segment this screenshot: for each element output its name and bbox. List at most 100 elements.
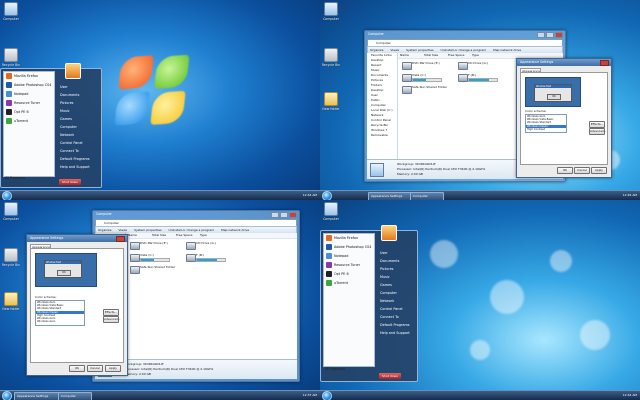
dialog-close-button[interactable] bbox=[116, 236, 125, 242]
minimize-button[interactable] bbox=[537, 32, 545, 38]
start-item-opt-pe[interactable]: Opt PE 6 bbox=[324, 270, 374, 279]
drive-f[interactable]: F (B:) bbox=[186, 253, 230, 262]
desktop-quadrant-start-menu-bokeh: Computer Recycle Bin Mozilla Firefox Ado… bbox=[320, 200, 640, 400]
taskbar-computer-button[interactable]: Computer bbox=[410, 192, 444, 200]
clock[interactable]: 12:45 AM bbox=[623, 193, 637, 197]
recycle-bin-desktop-icon[interactable]: Recycle Bin bbox=[320, 48, 342, 67]
start-link-user[interactable]: User bbox=[57, 83, 99, 91]
start-item-firefox[interactable]: Mozilla Firefox bbox=[324, 234, 374, 243]
start-link-computer[interactable]: Computer bbox=[57, 123, 99, 131]
effects-button[interactable]: Effects... bbox=[589, 121, 605, 128]
folder-desktop-icon[interactable]: New folder bbox=[320, 92, 342, 111]
maximize-button[interactable] bbox=[546, 32, 554, 38]
toolbar-system-properties[interactable]: System properties bbox=[132, 228, 161, 232]
clock[interactable]: 12:44 AM bbox=[303, 193, 317, 197]
color-scheme-list[interactable]: Windows Aero Windows Vista Basic Windows… bbox=[525, 114, 567, 133]
start-item-photoshop[interactable]: Adobe Photoshop CS4 bbox=[324, 243, 374, 252]
toolbar-views[interactable]: Views bbox=[388, 48, 399, 52]
appearance-preview: Window Text OK bbox=[525, 77, 581, 107]
computer-desktop-icon[interactable]: Computer bbox=[0, 2, 22, 21]
taskbar-appearance-button[interactable]: Appearance Settings bbox=[14, 392, 60, 400]
toolbar-map-drive[interactable]: Map network drive bbox=[219, 228, 249, 232]
shared-folder[interactable]: Safe Run Shared Folder bbox=[130, 265, 175, 274]
bokeh-light bbox=[470, 340, 490, 360]
advanced-button[interactable]: Advanced... bbox=[103, 316, 120, 323]
computer-desktop-icon[interactable]: Computer bbox=[320, 2, 342, 21]
clock[interactable]: 12:37 AM bbox=[303, 393, 317, 397]
drive-dvd[interactable]: DVD RW Drive (E:) bbox=[130, 241, 174, 250]
start-item-firefox[interactable]: Mozilla Firefox bbox=[4, 72, 54, 81]
navigation-pane: Favorite Links Desktop Recent Music Docu… bbox=[367, 53, 398, 159]
start-link-control-panel[interactable]: Control Panel bbox=[57, 139, 99, 147]
nav-item[interactable]: Removable bbox=[367, 133, 397, 138]
drive-c[interactable]: Vista (C:) bbox=[402, 73, 446, 82]
taskbar-appearance-button[interactable]: Appearance Settings bbox=[368, 192, 412, 200]
start-menu-links: User Documents Pictures Music Games Comp… bbox=[57, 83, 99, 171]
start-link-music[interactable]: Music bbox=[57, 107, 99, 115]
toolbar-system-properties[interactable]: System properties bbox=[404, 48, 433, 52]
close-button[interactable] bbox=[289, 212, 297, 218]
apply-button[interactable]: Apply bbox=[105, 365, 121, 372]
toolbar-uninstall[interactable]: Uninstall or change a program bbox=[167, 228, 215, 232]
toolbar-uninstall[interactable]: Uninstall or change a program bbox=[439, 48, 487, 52]
scheme-item[interactable]: High Contrast bbox=[526, 128, 566, 131]
recycle-bin-desktop-icon[interactable]: Recycle Bin bbox=[0, 248, 22, 267]
start-item-photoshop[interactable]: Adobe Photoshop CS4 bbox=[4, 81, 54, 90]
minimize-button[interactable] bbox=[271, 212, 279, 218]
computer-desktop-icon[interactable]: Computer bbox=[320, 202, 342, 221]
toolbar-organize[interactable]: Organize bbox=[96, 228, 111, 232]
start-item-resource-tuner[interactable]: Resource Tuner bbox=[324, 261, 374, 270]
start-link-default-programs[interactable]: Default Programs bbox=[57, 155, 99, 163]
apply-button[interactable]: Apply bbox=[591, 167, 607, 174]
drive-c[interactable]: Vista (C:) bbox=[130, 253, 174, 262]
start-orb-button[interactable] bbox=[322, 191, 332, 200]
start-item-notepad[interactable]: Notepad bbox=[4, 90, 54, 99]
taskbar-computer-button[interactable]: Computer bbox=[58, 392, 92, 400]
all-programs-link[interactable]: All Programs bbox=[325, 367, 345, 371]
start-orb-button[interactable] bbox=[322, 391, 332, 400]
start-item-notepad[interactable]: Notepad bbox=[324, 252, 374, 261]
column-type[interactable]: Type bbox=[470, 53, 494, 58]
start-link-pictures[interactable]: Pictures bbox=[57, 99, 99, 107]
hard-drive-icon bbox=[402, 74, 412, 82]
start-item-utorrent[interactable]: uTorrent bbox=[324, 279, 374, 288]
start-orb-button[interactable] bbox=[2, 191, 12, 200]
start-orb-button[interactable] bbox=[2, 391, 12, 400]
drive-f[interactable]: F (B:) bbox=[458, 73, 502, 82]
shutdown-button[interactable]: Shut down bbox=[59, 179, 81, 185]
all-programs-link[interactable]: All Programs bbox=[5, 176, 25, 180]
start-link-documents[interactable]: Documents bbox=[57, 91, 99, 99]
start-item-opt-pe[interactable]: Opt PE 6 bbox=[4, 108, 54, 117]
start-link-help[interactable]: Help and Support bbox=[57, 163, 99, 171]
start-item-resource-tuner[interactable]: Resource Tuner bbox=[4, 99, 54, 108]
ok-button[interactable]: OK bbox=[557, 167, 573, 174]
close-button[interactable] bbox=[555, 32, 563, 38]
shared-folder[interactable]: Safe Run Shared Folder bbox=[402, 85, 447, 94]
drive-cd[interactable]: CD Drive (G:) bbox=[186, 241, 230, 250]
recycle-bin-desktop-icon[interactable]: Recycle Bin bbox=[0, 48, 22, 67]
start-item-utorrent[interactable]: uTorrent bbox=[4, 117, 54, 126]
drive-dvd[interactable]: DVD RW Drive (E:) bbox=[402, 61, 446, 70]
start-link-games[interactable]: Games bbox=[57, 115, 99, 123]
drive-cd[interactable]: CD Drive (G:) bbox=[458, 61, 502, 70]
column-free-space[interactable]: Free Space bbox=[446, 53, 470, 58]
start-link-connect-to[interactable]: Connect To bbox=[57, 147, 99, 155]
folder-desktop-icon[interactable]: New folder bbox=[0, 292, 22, 311]
toolbar-map-drive[interactable]: Map network drive bbox=[491, 48, 521, 52]
effects-button[interactable]: Effects... bbox=[103, 309, 119, 316]
color-scheme-list[interactable]: Windows Aero Windows Vista Basic Windows… bbox=[35, 300, 85, 326]
toolbar-views[interactable]: Views bbox=[116, 228, 127, 232]
ok-button[interactable]: OK bbox=[69, 365, 85, 372]
dialog-close-button[interactable] bbox=[600, 60, 609, 66]
advanced-button[interactable]: Advanced... bbox=[589, 128, 606, 135]
start-link-network[interactable]: Network bbox=[57, 131, 99, 139]
cancel-button[interactable]: Cancel bbox=[574, 167, 590, 174]
computer-desktop-icon[interactable]: Computer bbox=[0, 202, 22, 221]
cancel-button[interactable]: Cancel bbox=[87, 365, 103, 372]
shutdown-button[interactable]: Shut down bbox=[379, 373, 401, 379]
clock[interactable]: 12:44 AM bbox=[623, 393, 637, 397]
column-name[interactable]: Name bbox=[398, 53, 422, 58]
column-total-size[interactable]: Total Size bbox=[422, 53, 446, 58]
toolbar-organize[interactable]: Organize bbox=[368, 48, 383, 52]
maximize-button[interactable] bbox=[280, 212, 288, 218]
